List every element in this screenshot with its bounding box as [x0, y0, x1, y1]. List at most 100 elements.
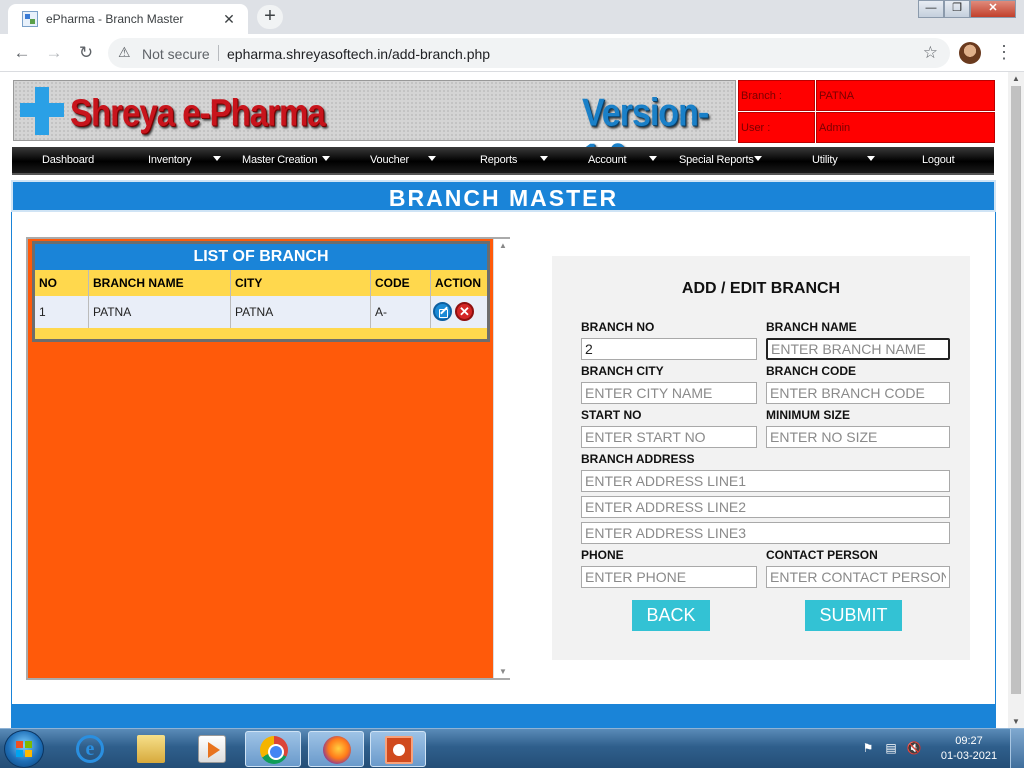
start-no-field[interactable] — [581, 426, 757, 448]
branch-name-label: BRANCH NAME — [766, 320, 857, 334]
chevron-down-icon — [867, 156, 875, 161]
phone-field[interactable] — [581, 566, 757, 588]
media-player-icon — [198, 735, 226, 763]
submit-button[interactable]: SUBMIT — [805, 600, 902, 631]
user-label: User : — [738, 112, 815, 143]
start-no-label: START NO — [581, 408, 642, 422]
window-close-button[interactable]: ✕ — [970, 0, 1016, 18]
window-maximize-button[interactable]: ❐ — [944, 0, 970, 18]
taskbar-file-explorer[interactable] — [123, 731, 179, 767]
action-center-flag-icon[interactable]: ⚑ — [860, 741, 876, 755]
scroll-thumb[interactable] — [1011, 86, 1021, 694]
menu-special-reports[interactable]: Special Reports — [679, 154, 754, 166]
minimum-size-field[interactable] — [766, 426, 950, 448]
row-city-cell: PATNA — [231, 296, 371, 328]
contact-person-field[interactable] — [766, 566, 950, 588]
internet-explorer-icon: e — [76, 735, 104, 763]
network-icon[interactable]: ▤ — [883, 741, 899, 755]
menu-account[interactable]: Account — [588, 154, 627, 166]
branch-code-field[interactable] — [766, 382, 950, 404]
phone-label: PHONE — [581, 548, 624, 562]
branch-code-label: BRANCH CODE — [766, 364, 856, 378]
column-header-no: NO — [35, 270, 89, 296]
profile-avatar[interactable] — [959, 42, 981, 64]
reload-icon[interactable]: ↻ — [75, 42, 97, 64]
branch-city-label: BRANCH CITY — [581, 364, 664, 378]
powerpoint-icon — [385, 736, 413, 764]
taskbar-chrome[interactable] — [245, 731, 301, 767]
scroll-down-arrow-icon[interactable]: ▼ — [1012, 717, 1020, 726]
contact-person-label: CONTACT PERSON — [766, 548, 878, 562]
chevron-down-icon — [213, 156, 221, 161]
browser-tab-strip: ePharma - Branch Master ✕ + — ❐ ✕ — [0, 0, 1024, 34]
system-clock[interactable]: 09:27 01-03-2021 — [936, 734, 1002, 764]
address-line3-field[interactable] — [581, 522, 950, 544]
firefox-icon — [323, 736, 351, 764]
branch-list-panel[interactable]: LIST OF BRANCH NO BRANCH NAME CITY CODE … — [26, 237, 510, 680]
page-scrollbar[interactable]: ▲ ▼ — [1008, 72, 1024, 728]
row-no-cell: 1 — [35, 296, 89, 328]
branch-name-field[interactable] — [766, 338, 950, 360]
scroll-up-arrow-icon[interactable]: ▲ — [499, 241, 507, 250]
address-separator — [218, 45, 219, 61]
volume-muted-icon[interactable]: 🔇 — [906, 741, 922, 755]
edit-icon[interactable] — [433, 302, 452, 321]
address-bar[interactable]: ⚠ Not secure epharma.shreyasoftech.in/ad… — [108, 38, 950, 68]
branch-city-field[interactable] — [581, 382, 757, 404]
site-favicon-icon — [22, 11, 38, 27]
branch-table: LIST OF BRANCH NO BRANCH NAME CITY CODE … — [32, 241, 490, 342]
taskbar-powerpoint[interactable] — [370, 731, 426, 767]
browser-toolbar: ← → ↻ ⚠ Not secure epharma.shreyasoftech… — [0, 34, 1024, 72]
show-desktop-button[interactable] — [1010, 729, 1024, 768]
tab-close-icon[interactable]: ✕ — [220, 10, 238, 28]
chrome-icon — [260, 736, 288, 764]
clock-date: 01-03-2021 — [940, 750, 998, 762]
new-tab-button[interactable]: + — [257, 5, 283, 29]
minimum-size-label: MINIMUM SIZE — [766, 408, 850, 422]
taskbar-media-player[interactable] — [184, 731, 240, 767]
menu-reports[interactable]: Reports — [480, 154, 517, 166]
address-line1-field[interactable] — [581, 470, 950, 492]
folder-icon — [137, 735, 165, 763]
warning-triangle-icon[interactable]: ⚠ — [118, 44, 131, 61]
chevron-down-icon — [322, 156, 330, 161]
menu-dashboard[interactable]: Dashboard — [42, 154, 94, 166]
bookmark-star-icon[interactable]: ☆ — [923, 43, 938, 63]
menu-logout[interactable]: Logout — [922, 154, 955, 166]
form-title: ADD / EDIT BRANCH — [681, 280, 841, 297]
column-header-action: ACTION — [435, 276, 481, 290]
menu-master-creation[interactable]: Master Creation — [242, 154, 317, 166]
address-line2-field[interactable] — [581, 496, 950, 518]
column-header-branch-name: BRANCH NAME — [89, 270, 231, 296]
back-arrow-icon[interactable]: ← — [11, 42, 33, 64]
taskbar-firefox[interactable] — [308, 731, 364, 767]
scroll-up-arrow-icon[interactable]: ▲ — [1012, 74, 1020, 83]
forward-arrow-icon[interactable]: → — [43, 42, 65, 64]
menu-inventory[interactable]: Inventory — [148, 154, 192, 166]
branch-no-field[interactable] — [581, 338, 757, 360]
page-footer-bar — [11, 704, 996, 728]
window-minimize-button[interactable]: — — [918, 0, 944, 18]
menu-voucher[interactable]: Voucher — [370, 154, 409, 166]
list-scrollbar[interactable]: ▲ ▼ — [493, 239, 510, 678]
clock-time: 09:27 — [955, 735, 983, 747]
branch-no-label: BRANCH NO — [581, 320, 655, 334]
row-code-cell: A- — [371, 296, 431, 328]
browser-menu-icon[interactable]: ⋮ — [995, 42, 1013, 64]
session-info: Branch : PATNA User : Admin — [738, 80, 995, 143]
security-label[interactable]: Not secure — [142, 46, 210, 62]
branch-form: ADD / EDIT BRANCH BRANCH NO BRANCH NAME … — [552, 256, 970, 660]
delete-icon[interactable]: ✕ — [455, 302, 474, 321]
row-branch-name-cell: PATNA — [89, 296, 231, 328]
column-header-code: CODE — [371, 270, 431, 296]
taskbar-internet-explorer[interactable]: e — [62, 731, 118, 767]
browser-tab[interactable]: ePharma - Branch Master ✕ — [8, 4, 248, 34]
start-button[interactable] — [4, 730, 44, 768]
url-text[interactable]: epharma.shreyasoftech.in/add-branch.php — [227, 46, 490, 62]
content-border-right — [995, 212, 996, 728]
brand-banner: Shreya e-Pharma Version-1.0 — [13, 80, 736, 180]
menu-utility[interactable]: Utility — [812, 154, 838, 166]
back-button[interactable]: BACK — [632, 600, 710, 631]
brand-name: Shreya e-Pharma — [70, 91, 326, 134]
scroll-down-arrow-icon[interactable]: ▼ — [499, 667, 507, 676]
